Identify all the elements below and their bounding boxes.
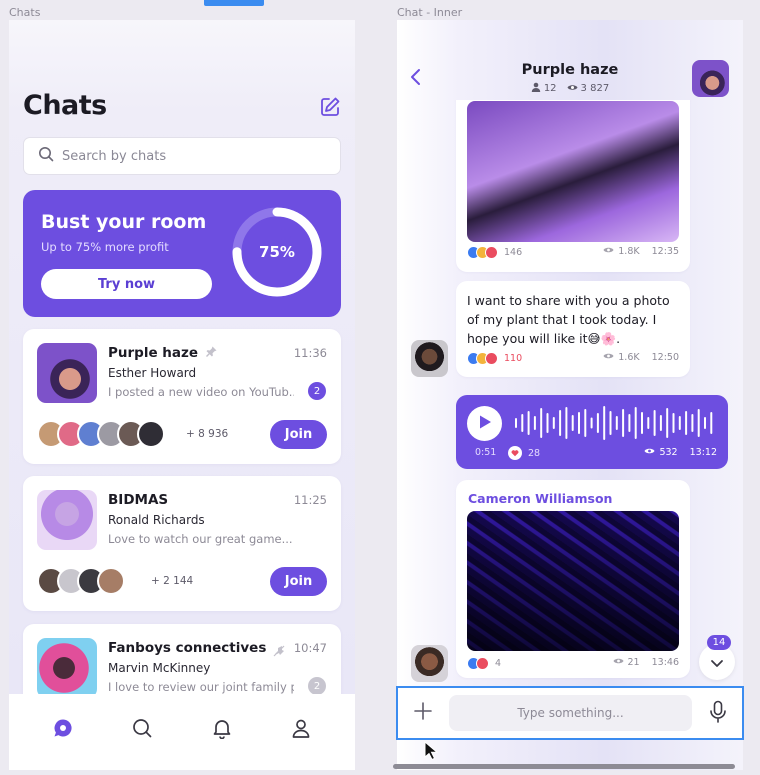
message-meta: 1.8K 12:35: [603, 246, 679, 257]
chat-preview: Love to watch our great game...: [108, 532, 293, 546]
message-input[interactable]: Type something...: [449, 695, 692, 731]
heart-reaction-icon: [476, 657, 489, 670]
views-icon: [613, 657, 624, 668]
sender-avatar[interactable]: [411, 340, 448, 377]
bell-icon[interactable]: [211, 717, 233, 739]
member-avatars: [37, 567, 125, 595]
heart-reaction-icon: [485, 246, 498, 259]
promo-banner: Bust your room Up to 75% more profit Try…: [23, 190, 341, 317]
play-icon: [478, 414, 492, 434]
chat-item-purple-haze[interactable]: Purple haze 11:36 Esther Howard I posted…: [23, 329, 341, 464]
chat-sender: Ronald Richards: [108, 513, 205, 527]
chat-preview: I posted a new video on YouTub...: [108, 385, 294, 399]
avatar: [37, 343, 97, 403]
chat-sender: Marvin McKinney: [108, 661, 211, 675]
chat-name: Fanboys connectives: [108, 640, 267, 656]
views-icon: [644, 447, 655, 458]
plus-icon[interactable]: [413, 701, 433, 725]
author-name[interactable]: Cameron Williamson: [468, 491, 612, 506]
page-title: Chats: [23, 90, 107, 121]
chat-name: Purple haze: [108, 345, 217, 361]
members-count: 12: [543, 83, 557, 94]
profile-icon[interactable]: [290, 717, 312, 739]
unread-badge: 2: [308, 382, 326, 400]
horizontal-scrollbar[interactable]: [393, 764, 735, 769]
promo-subtitle: Up to 75% more profit: [41, 240, 169, 254]
muted-icon: [273, 642, 285, 661]
right-frame-label: Chat - Inner: [397, 6, 463, 19]
chats-tab-icon[interactable]: [52, 717, 74, 739]
heart-reaction-icon: [485, 352, 498, 365]
sender-avatar[interactable]: [411, 645, 448, 682]
avatar: [37, 490, 97, 550]
plant-photo[interactable]: [467, 101, 679, 242]
voice-meta: 532 13:12: [644, 447, 717, 458]
chat-inner-screen: Purple haze 12 3 827 146 1.8K 12:35 I wan…: [397, 20, 743, 770]
message-reactions[interactable]: 110: [467, 352, 522, 365]
image-message[interactable]: Cameron Williamson 4 21 13:46: [456, 480, 690, 678]
chat-sender: Esther Howard: [108, 366, 197, 380]
join-button[interactable]: Join: [270, 567, 327, 596]
architecture-photo[interactable]: [467, 511, 679, 651]
chat-time: 11:25: [293, 493, 327, 507]
heart-icon: [508, 446, 522, 460]
chat-item-bidmas[interactable]: BIDMAS 11:25 Ronald Richards Love to wat…: [23, 476, 341, 611]
message-placeholder: Type something...: [517, 706, 624, 720]
waveform[interactable]: [512, 403, 718, 443]
microphone-icon[interactable]: [709, 700, 727, 728]
progress-percent: 75%: [259, 243, 295, 261]
join-button[interactable]: Join: [270, 420, 327, 449]
chevron-down-icon: [710, 653, 724, 672]
image-message[interactable]: 146 1.8K 12:35: [456, 100, 690, 272]
member-count: + 2 144: [151, 575, 194, 587]
message-reactions[interactable]: 146: [467, 246, 522, 259]
compose-icon[interactable]: [319, 96, 341, 118]
tab-bar: [9, 694, 355, 770]
chat-name: BIDMAS: [108, 492, 169, 508]
member-avatar: [137, 420, 165, 448]
member-avatars: [37, 420, 165, 448]
unread-badge: 2: [308, 677, 326, 695]
pin-icon: [206, 345, 217, 361]
room-avatar[interactable]: [692, 60, 729, 97]
voice-duration: 0:51: [475, 447, 497, 458]
message-text: I want to share with you a photo of my p…: [467, 293, 670, 346]
message-reactions[interactable]: 4: [467, 657, 501, 670]
search-input[interactable]: Search by chats: [23, 137, 341, 175]
message-composer: Type something...: [397, 687, 743, 739]
voice-likes[interactable]: 28: [508, 446, 540, 460]
try-now-button[interactable]: Try now: [41, 269, 212, 299]
mouse-cursor-icon: [424, 740, 439, 765]
chat-time: 10:47: [293, 641, 327, 655]
text-message[interactable]: I want to share with you a photo of my p…: [456, 281, 690, 377]
search-placeholder: Search by chats: [62, 148, 167, 164]
chat-time: 11:36: [293, 346, 327, 360]
voice-message[interactable]: 0:51 28 532 13:12: [456, 395, 728, 469]
member-count: + 8 936: [186, 428, 229, 440]
message-meta: 1.6K 12:50: [603, 352, 679, 363]
avatar: [37, 638, 97, 698]
member-avatar: [97, 567, 125, 595]
message-list[interactable]: 146 1.8K 12:35 I want to share with you a…: [397, 100, 743, 687]
promo-title: Bust your room: [41, 211, 207, 233]
views-icon: [567, 83, 578, 95]
views-count: 3 827: [580, 83, 610, 94]
views-icon: [603, 352, 614, 363]
left-frame-label: Chats: [9, 6, 41, 19]
members-icon: [531, 82, 541, 95]
chats-screen: Chats Search by chats Bust your room Up …: [9, 20, 355, 770]
selection-size-tag: [204, 0, 264, 6]
unread-count-badge: 14: [707, 635, 731, 650]
chat-preview: I love to review our joint family p...: [108, 680, 294, 694]
play-button[interactable]: [467, 406, 502, 441]
message-meta: 21 13:46: [613, 657, 679, 668]
views-icon: [603, 246, 614, 257]
search-tab-icon[interactable]: [131, 717, 153, 739]
search-icon: [38, 146, 54, 166]
